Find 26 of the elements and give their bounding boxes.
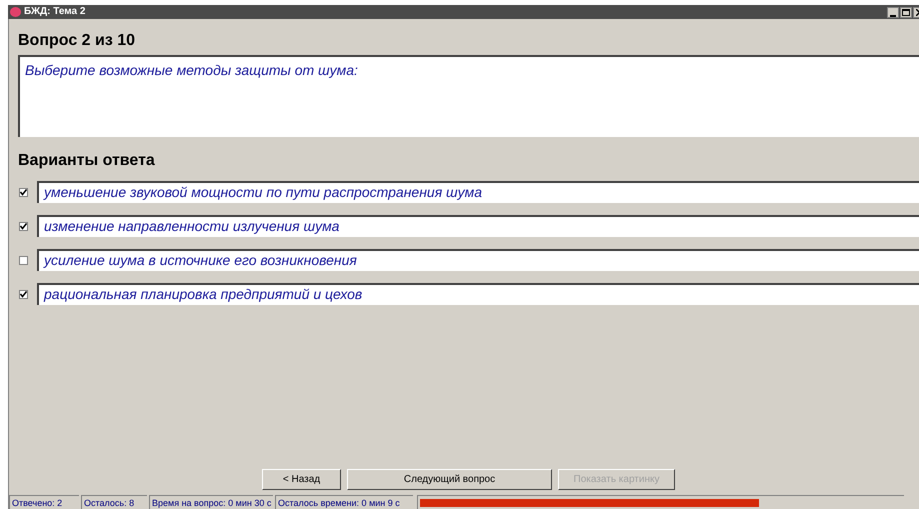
checkmark-icon <box>20 290 27 298</box>
checkbox[interactable] <box>19 188 28 196</box>
app-icon <box>10 7 21 17</box>
checkbox[interactable] <box>19 222 28 230</box>
answer-option[interactable]: изменение направленности излучения шума <box>37 215 919 237</box>
answer-option[interactable]: уменьшение звуковой мощности по пути распространения шума <box>37 181 919 203</box>
minimize-icon <box>890 14 896 16</box>
status-panel: Осталось: 8 <box>81 495 147 509</box>
minimize-button[interactable] <box>887 6 899 18</box>
question-header: Вопрос 2 из 10 <box>17 31 136 51</box>
maximize-button[interactable] <box>900 6 912 18</box>
question-text: Выберите возможные методы защиты от шума: <box>25 62 358 78</box>
checkbox[interactable] <box>19 290 28 298</box>
status-panel: Отвечено: 2 <box>9 495 79 509</box>
nav-button[interactable]: < Назад <box>262 469 341 490</box>
answers-header: Варианты ответа <box>17 151 156 171</box>
nav-button[interactable]: Следующий вопрос <box>347 469 552 490</box>
window-title: БЖД: Тема 2 <box>24 7 86 17</box>
answer-option[interactable]: рациональная планировка предприятий и цехов <box>37 283 919 305</box>
checkmark-icon <box>20 188 27 196</box>
status-panel: Время на вопрос: 0 мин 30 с <box>149 495 273 509</box>
answer-option[interactable]: усиление шума в источнике его возникновения <box>37 249 919 271</box>
status-panel: Осталось времени: 0 мин 9 с <box>275 495 413 509</box>
maximize-icon <box>902 8 910 16</box>
checkbox[interactable] <box>19 256 28 264</box>
checkmark-icon <box>20 222 27 230</box>
